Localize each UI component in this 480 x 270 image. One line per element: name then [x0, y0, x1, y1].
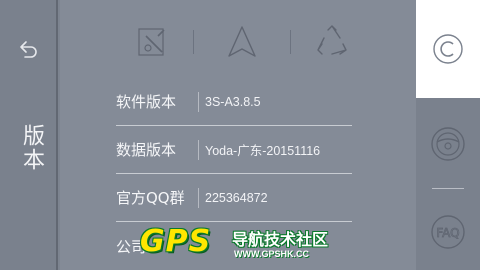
copyright-icon	[433, 34, 463, 64]
watermark-title: 导航技术社区	[232, 230, 329, 249]
info-row-data-version: 数据版本 Yoda-广东-20151116	[116, 126, 352, 174]
row-divider	[198, 91, 199, 112]
row-label: 软件版本	[116, 93, 177, 111]
row-divider	[198, 139, 199, 160]
row-divider	[198, 187, 199, 208]
steering-wheel-icon	[431, 127, 465, 161]
back-button[interactable]	[10, 32, 46, 68]
copyright-button[interactable]	[416, 0, 480, 98]
page-title: 版本	[19, 124, 44, 172]
row-value: Yoda-广东-20151116	[205, 144, 321, 158]
navigation-arrow-icon[interactable]	[220, 20, 264, 64]
watermark-url: WWW.GPSHK.CC	[234, 249, 309, 259]
faq-icon: FAQ	[431, 215, 465, 249]
toolbar-divider	[290, 30, 291, 54]
row-label: 数据版本	[116, 141, 177, 159]
watermark-logo: GPS	[140, 224, 212, 259]
right-nav: FAQ	[416, 0, 480, 270]
watermark: GPS 导航技术社区 WWW.GPSHK.CC	[140, 222, 350, 266]
row-value: 3S-A3.8.5	[205, 94, 261, 109]
settings-tools-icon[interactable]	[132, 20, 176, 64]
toolbar-divider	[193, 30, 194, 54]
info-row-qq-group: 官方QQ群 225364872	[116, 174, 352, 222]
row-value: 225364872	[205, 190, 268, 205]
faq-button[interactable]: FAQ	[428, 212, 468, 252]
left-rail: 版本	[0, 0, 58, 270]
faq-label: FAQ	[436, 226, 459, 240]
info-row-software-version: 软件版本 3S-A3.8.5	[116, 78, 352, 126]
back-arrow-icon	[20, 41, 37, 58]
steering-wheel-button[interactable]	[428, 124, 468, 164]
recycle-icon[interactable]	[310, 20, 354, 64]
top-toolbar	[60, 0, 416, 80]
row-label: 官方QQ群	[116, 189, 185, 207]
nav-divider	[432, 188, 464, 189]
